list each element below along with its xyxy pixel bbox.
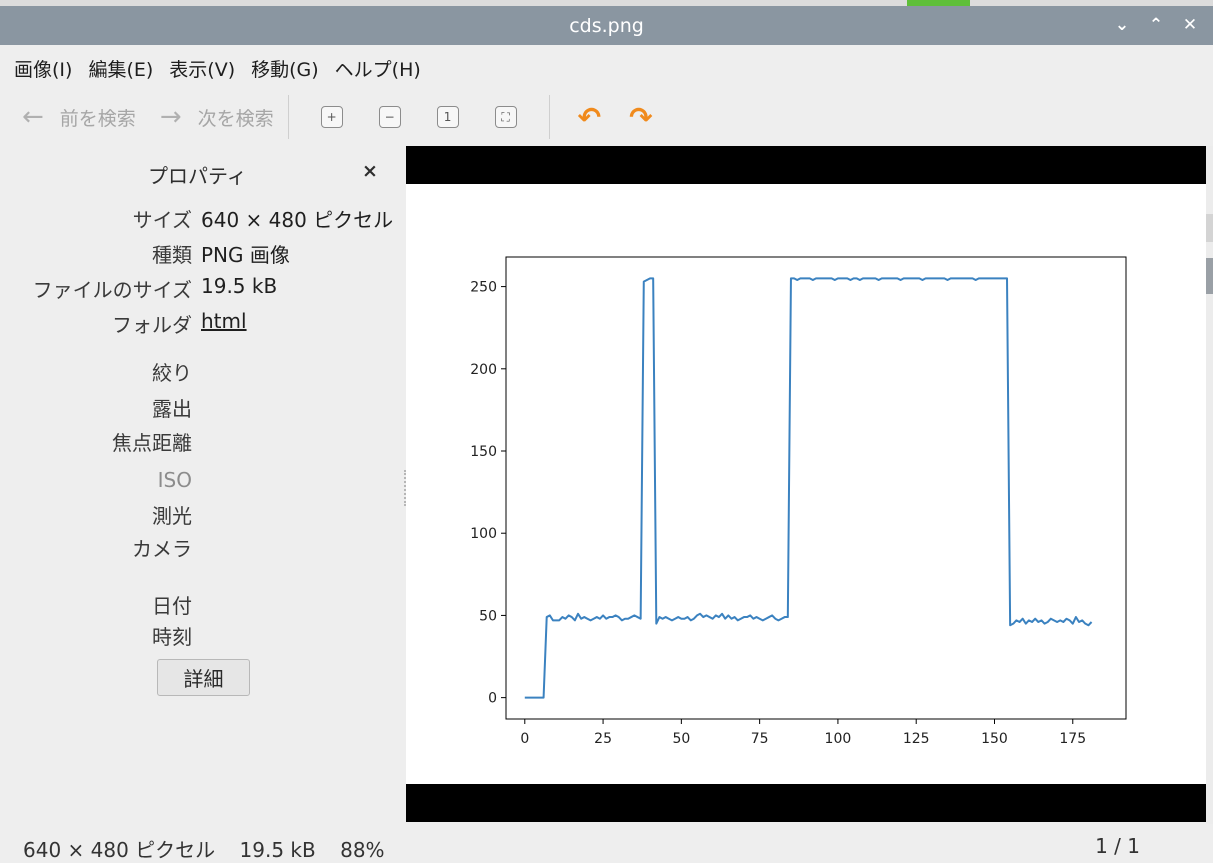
prop-value: 19.5 kB bbox=[201, 274, 278, 298]
arrow-left-icon: ← bbox=[22, 102, 44, 132]
zoom-fit-icon[interactable]: ⛶ bbox=[494, 106, 517, 128]
find-prev-button[interactable]: ← 前を検索 bbox=[22, 102, 136, 132]
find-next-button[interactable]: → 次を検索 bbox=[160, 102, 274, 132]
prop-aperture: 絞り bbox=[0, 357, 404, 385]
prop-time: 時刻 bbox=[0, 621, 404, 649]
prop-value: 640 × 480 ピクセル bbox=[201, 208, 394, 232]
status-bar: 640 × 480 ピクセル 19.5 kB 88% 1 / 1 bbox=[0, 826, 1213, 862]
prop-folder: フォルダ html bbox=[0, 309, 404, 337]
minimize-icon[interactable]: ⌄ bbox=[1113, 6, 1131, 45]
prop-type: 種類 PNG 画像 bbox=[0, 239, 404, 267]
image-viewer: 0 25 50 75 100 125 150 175 0 50 100 150 200 250 bbox=[406, 146, 1206, 822]
prop-key: カメラ bbox=[132, 537, 192, 561]
y-tick-label: 0 bbox=[488, 691, 497, 707]
prop-key: 焦点距離 bbox=[112, 431, 192, 455]
x-tick-label: 25 bbox=[594, 731, 612, 747]
prop-key: 絞り bbox=[152, 361, 192, 385]
details-button[interactable]: 詳細 bbox=[157, 659, 250, 696]
close-icon[interactable]: ✕ bbox=[1181, 6, 1199, 45]
menu-image[interactable]: 画像(I) bbox=[0, 55, 80, 82]
y-tick-label: 150 bbox=[470, 444, 497, 460]
status-info: 640 × 480 ピクセル 19.5 kB 88% bbox=[23, 834, 403, 863]
status-page: 1 / 1 bbox=[1095, 834, 1140, 858]
background-strip bbox=[1206, 214, 1213, 242]
prop-key: ファイルのサイズ bbox=[32, 278, 192, 302]
menu-help[interactable]: ヘルプ(H) bbox=[327, 55, 429, 82]
prop-value: PNG 画像 bbox=[201, 243, 290, 267]
prop-exposure: 露出 bbox=[0, 393, 404, 421]
x-tick-label: 100 bbox=[825, 731, 852, 747]
y-tick-label: 50 bbox=[479, 608, 497, 624]
series-line bbox=[524, 277, 1093, 699]
letterbox-top bbox=[406, 146, 1206, 184]
x-tick-label: 150 bbox=[981, 731, 1008, 747]
prop-key: 日付 bbox=[152, 594, 192, 618]
prop-focal-length: 焦点距離 bbox=[0, 427, 404, 455]
x-tick-label: 50 bbox=[672, 731, 690, 747]
prop-key: 測光 bbox=[152, 504, 192, 528]
toolbar-separator bbox=[548, 95, 550, 139]
prop-size: サイズ 640 × 480 ピクセル bbox=[0, 204, 404, 232]
x-tick-label: 75 bbox=[751, 731, 769, 747]
status-zoom: 88% bbox=[340, 838, 385, 862]
sidebar-title: プロパティ bbox=[148, 164, 247, 188]
find-prev-label: 前を検索 bbox=[59, 107, 136, 130]
background-strip bbox=[1206, 258, 1213, 294]
title-bar: cds.png ⌄ ⌃ ✕ bbox=[0, 6, 1213, 45]
rotate-right-icon[interactable]: ↷ bbox=[629, 101, 652, 134]
menu-bar: 画像(I) 編集(E) 表示(V) 移動(G) ヘルプ(H) bbox=[0, 45, 1213, 91]
plot-frame bbox=[505, 256, 1127, 720]
close-icon[interactable]: × bbox=[362, 160, 378, 182]
prop-key: 露出 bbox=[152, 397, 192, 421]
window-title: cds.png bbox=[569, 14, 644, 37]
y-tick-label: 250 bbox=[470, 280, 497, 296]
background-window-edge bbox=[1206, 146, 1213, 824]
rotate-left-icon[interactable]: ↶ bbox=[578, 101, 601, 134]
toolbar: ← 前を検索 → 次を検索 + − 1 ⛶ ↶ ↷ bbox=[0, 91, 1213, 143]
maximize-icon[interactable]: ⌃ bbox=[1147, 6, 1165, 45]
menu-view[interactable]: 表示(V) bbox=[161, 55, 243, 82]
y-tick-label: 200 bbox=[470, 362, 497, 378]
menu-go[interactable]: 移動(G) bbox=[243, 55, 327, 82]
status-dimensions: 640 × 480 ピクセル bbox=[23, 838, 216, 862]
zoom-in-icon[interactable]: + bbox=[320, 106, 343, 128]
prop-camera: カメラ bbox=[0, 533, 404, 561]
prop-key: サイズ bbox=[132, 208, 192, 232]
zoom-normal-icon[interactable]: 1 bbox=[436, 106, 459, 128]
prop-date: 日付 bbox=[0, 590, 404, 618]
prop-metering: 測光 bbox=[0, 500, 404, 528]
prop-key: 種類 bbox=[152, 243, 192, 267]
x-tick-label: 0 bbox=[520, 731, 529, 747]
y-tick-label: 100 bbox=[470, 526, 497, 542]
status-file-size: 19.5 kB bbox=[239, 838, 316, 862]
chart: 0 25 50 75 100 125 150 175 0 50 100 150 200 250 bbox=[470, 256, 1127, 747]
find-next-label: 次を検索 bbox=[197, 107, 274, 130]
prop-file-size: ファイルのサイズ 19.5 kB bbox=[0, 274, 404, 302]
properties-sidebar: プロパティ × サイズ 640 × 480 ピクセル 種類 PNG 画像 ファイ… bbox=[0, 146, 404, 820]
window-controls: ⌄ ⌃ ✕ bbox=[1113, 6, 1199, 45]
menu-edit[interactable]: 編集(E) bbox=[80, 55, 161, 82]
folder-link[interactable]: html bbox=[201, 309, 247, 333]
letterbox-bottom bbox=[406, 784, 1206, 822]
x-tick-label: 125 bbox=[903, 731, 930, 747]
prop-iso: ISO bbox=[0, 468, 404, 496]
zoom-out-icon[interactable]: − bbox=[378, 106, 401, 128]
toolbar-separator bbox=[287, 95, 289, 139]
prop-key: フォルダ bbox=[112, 313, 192, 337]
arrow-right-icon: → bbox=[159, 102, 182, 132]
prop-key: ISO bbox=[157, 468, 192, 492]
prop-key: 時刻 bbox=[152, 625, 192, 649]
x-tick-label: 175 bbox=[1059, 731, 1086, 747]
